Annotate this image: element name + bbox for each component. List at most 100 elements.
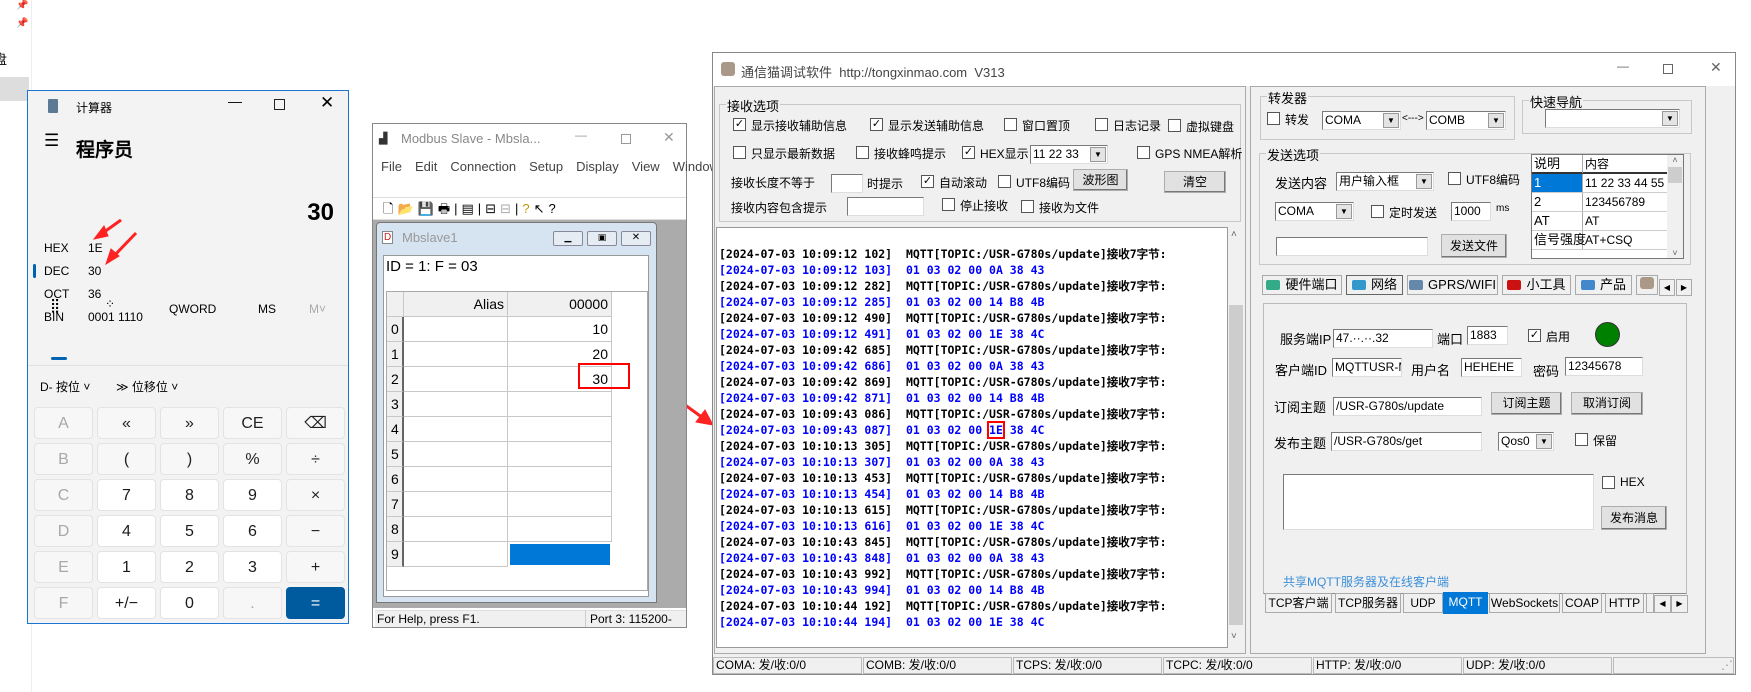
tab-scroll-left[interactable]: ◀ <box>1659 279 1675 296</box>
dropdown-arrow-icon[interactable]: ▼ <box>1662 111 1678 126</box>
child-close-button[interactable]: ✕ <box>621 231 651 246</box>
tab-more[interactable] <box>1636 275 1658 295</box>
recv-beep-checkbox[interactable] <box>856 146 869 159</box>
row-header[interactable]: 5 <box>387 442 404 467</box>
register-value-cell[interactable] <box>508 517 612 542</box>
dropdown-arrow-icon[interactable]: ▼ <box>1090 147 1106 162</box>
subscribe-button[interactable]: 订阅主题 <box>1491 392 1562 415</box>
scroll-down-icon[interactable]: ˅ <box>1231 631 1237 642</box>
register-value-cell[interactable] <box>508 442 612 467</box>
child-restore-button[interactable]: ▣ <box>587 231 617 246</box>
server-ip-input[interactable]: 47.··.··.32 <box>1333 329 1433 348</box>
row-header[interactable]: 0 <box>387 317 404 342</box>
publish-button[interactable]: 发布消息 <box>1601 506 1667 530</box>
close-button[interactable]: ✕ <box>1710 59 1722 76</box>
recv-to-file-checkbox[interactable] <box>1021 200 1034 213</box>
window-icon[interactable]: ▤ <box>462 201 478 216</box>
dropdown-arrow-icon[interactable]: ▼ <box>1416 174 1432 189</box>
show-recv-aux-checkbox[interactable]: ✓ <box>733 118 746 131</box>
show-send-aux-checkbox[interactable]: ✓ <box>870 118 883 131</box>
hex-display-checkbox[interactable]: ✓ <box>962 146 975 159</box>
gps-nmea-checkbox[interactable] <box>1137 146 1150 159</box>
enable-checkbox[interactable]: ✓ <box>1528 329 1541 342</box>
alias-cell[interactable] <box>404 317 508 342</box>
port-input[interactable]: 1883 <box>1467 326 1508 345</box>
password-input[interactable]: 12345678 <box>1565 357 1643 376</box>
timed-send-checkbox[interactable] <box>1371 205 1384 218</box>
table-row[interactable]: 信号强度 AT+CSQ <box>1532 231 1667 250</box>
alias-cell[interactable] <box>404 342 508 367</box>
connect-icon[interactable]: ⊟ <box>485 201 500 216</box>
retain-checkbox[interactable] <box>1575 433 1588 446</box>
username-input[interactable]: HEHEHE <box>1461 358 1522 377</box>
client-id-input[interactable]: MQTTUSR-M <box>1332 358 1402 377</box>
print-icon[interactable]: 🖶 <box>438 201 454 216</box>
scroll-up-icon[interactable]: ˄ <box>1667 155 1683 165</box>
virtual-keyboard-checkbox[interactable] <box>1168 119 1181 132</box>
dropdown-arrow-icon[interactable]: ▼ <box>1536 434 1552 449</box>
menu-connection[interactable]: Connection <box>450 159 516 174</box>
row-header[interactable]: 8 <box>387 517 404 542</box>
disconnect-icon[interactable]: ⊟ <box>500 201 515 216</box>
table-row[interactable]: AT AT <box>1532 212 1667 231</box>
row-header[interactable]: 9 <box>387 542 404 567</box>
contains-input[interactable] <box>847 197 924 216</box>
bottom-tab-http[interactable]: HTTP <box>1605 593 1644 613</box>
menu-view[interactable]: View <box>632 159 660 174</box>
register-value-cell[interactable] <box>508 392 612 417</box>
tab-product[interactable]: 产品 <box>1575 275 1632 295</box>
register-value-cell[interactable] <box>508 492 612 517</box>
publish-hex-checkbox[interactable] <box>1602 476 1615 489</box>
bottom-tab-more[interactable] <box>1646 593 1654 613</box>
menu-display[interactable]: Display <box>576 159 619 174</box>
log-scrollbar[interactable]: ˄ ˅ <box>1228 227 1244 648</box>
row-header[interactable]: 2 <box>387 367 404 392</box>
register-value-cell[interactable]: 10 <box>508 317 612 342</box>
help-icon[interactable]: ? <box>522 201 533 216</box>
bottom-tab-udp[interactable]: UDP <box>1403 593 1443 613</box>
alias-cell[interactable] <box>404 467 508 492</box>
bottom-tab-scroll-left[interactable]: ◀ <box>1654 595 1671 613</box>
log-record-checkbox[interactable] <box>1095 118 1108 131</box>
row-header[interactable]: 7 <box>387 492 404 517</box>
send-port-combo[interactable]: COMA ▼ <box>1275 202 1354 221</box>
utf8-send-checkbox[interactable] <box>1448 172 1461 185</box>
forward-port-b[interactable]: COMB ▼ <box>1426 111 1506 130</box>
publish-message-input[interactable] <box>1283 474 1594 530</box>
tab-gprs-wifi[interactable]: GPRS/WIFI <box>1407 275 1498 295</box>
menu-file[interactable]: File <box>381 159 402 174</box>
tab-hardware-port[interactable]: 硬件端口 <box>1262 275 1342 295</box>
subscribe-topic-input[interactable]: /USR-G780s/update <box>1333 397 1482 416</box>
row-header[interactable]: 1 <box>387 342 404 367</box>
shared-mqtt-link[interactable]: 共享MQTT服务器及在线客户端 <box>1283 573 1449 590</box>
scroll-thumb[interactable] <box>1668 167 1682 183</box>
menu-edit[interactable]: Edit <box>415 159 437 174</box>
alias-cell[interactable] <box>404 542 508 567</box>
forward-enable-checkbox[interactable] <box>1267 112 1280 125</box>
tab-scroll-right[interactable]: ▶ <box>1676 279 1692 296</box>
send-file-button[interactable]: 发送文件 <box>1441 234 1507 258</box>
alias-cell[interactable] <box>404 367 508 392</box>
stop-recv-checkbox[interactable] <box>942 198 955 211</box>
bottom-tab-websockets[interactable]: WebSockets <box>1489 593 1560 613</box>
bottom-tab-scroll-right[interactable]: ▶ <box>1671 595 1688 613</box>
alias-cell[interactable] <box>404 517 508 542</box>
minimize-button[interactable]: — <box>1617 59 1629 73</box>
scroll-thumb[interactable] <box>1229 305 1243 625</box>
bottom-tab-tcp服务器[interactable]: TCP服务器 <box>1335 593 1401 613</box>
scroll-down-icon[interactable]: ˅ <box>1667 248 1683 258</box>
close-button[interactable]: ✕ <box>663 129 675 146</box>
tab-network[interactable]: 网络 <box>1346 275 1403 295</box>
column-header-alias[interactable]: Alias <box>404 292 508 317</box>
context-help-icon[interactable]: ↖? <box>534 201 560 216</box>
dropdown-arrow-icon[interactable]: ▼ <box>1488 113 1504 128</box>
receive-log[interactable]: [2024-07-03 10:09:12 102] MQTT[TOPIC:/US… <box>716 227 1228 648</box>
scroll-up-icon[interactable]: ˄ <box>1231 229 1237 240</box>
dropdown-arrow-icon[interactable]: ▼ <box>1383 113 1399 128</box>
latest-only-checkbox[interactable] <box>733 146 746 159</box>
dropdown-arrow-icon[interactable]: ▼ <box>1336 204 1352 219</box>
utf8-recv-checkbox[interactable] <box>998 175 1011 188</box>
alias-cell[interactable] <box>404 442 508 467</box>
send-content-combo[interactable]: 用户输入框 ▼ <box>1336 172 1434 191</box>
window-topmost-checkbox[interactable] <box>1004 118 1017 131</box>
